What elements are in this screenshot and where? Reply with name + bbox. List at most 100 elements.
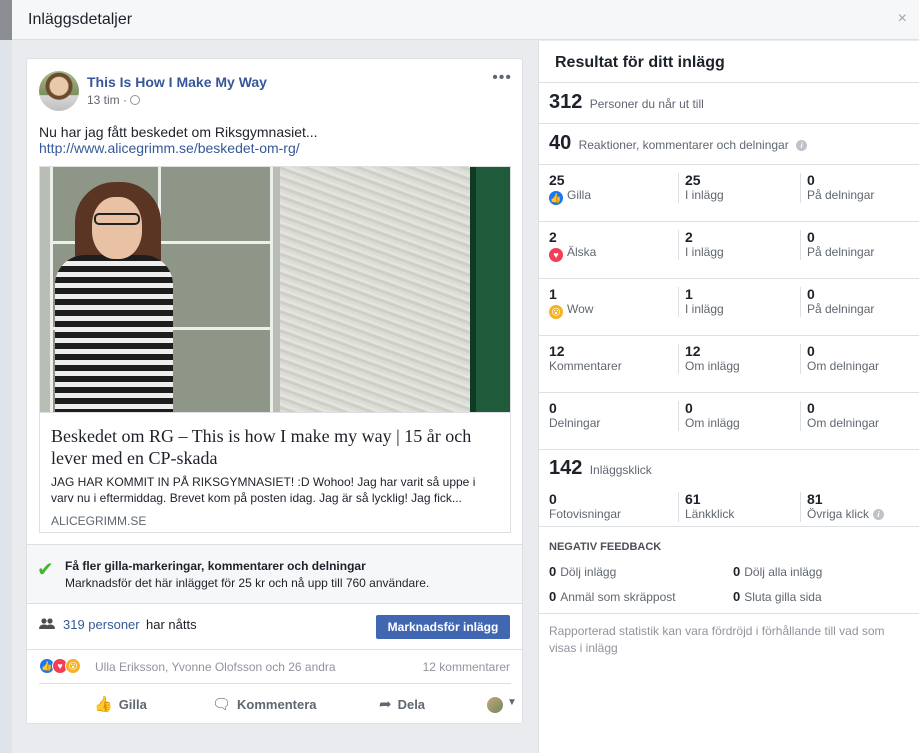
negative-feedback-heading: NEGATIV FEEDBACK (549, 541, 662, 553)
post-text: Nu har jag fått beskedet om Riksgymnasie… (39, 124, 318, 140)
hide-all-posts-stat: 0 Dölj alla inlägg (733, 564, 823, 579)
link-preview[interactable]: Beskedet om RG – This is how I make my w… (39, 166, 511, 533)
info-icon[interactable]: i (873, 509, 885, 520)
info-icon[interactable]: i (796, 140, 808, 151)
stats-footnote: Rapporterad statistik kan vara fördröjd … (549, 624, 885, 655)
people-icon (39, 618, 55, 633)
love-label: Älska (567, 245, 597, 259)
clicks-value: 142 (549, 457, 583, 479)
wow-icon: 😮 (549, 305, 563, 319)
avatar[interactable] (487, 697, 503, 713)
preview-body: Beskedet om RG – This is how I make my w… (40, 412, 510, 532)
reach-count-link[interactable]: 319 personer (63, 617, 140, 632)
link-clicks-label: Länkklick (685, 507, 735, 521)
hide-post-stat: 0 Dölj inlägg (549, 564, 617, 579)
on-post-label: I inlägg (685, 245, 724, 259)
door-background (470, 167, 510, 412)
like-icon: 👍 (94, 696, 113, 713)
clicks-stat: 142 Inläggsklick (549, 457, 652, 480)
on-post-label: I inlägg (685, 302, 724, 316)
love-on-shares: 0 (807, 229, 815, 245)
reactor-names[interactable]: Ulla Eriksson, Yvonne Olofsson och 26 an… (95, 660, 336, 674)
on-shares-label: På delningar (807, 302, 875, 316)
caret-down-icon[interactable]: ▼ (507, 697, 517, 708)
shares-total: 0 (549, 400, 557, 416)
insights-panel: Resultat för ditt inlägg 312 Personer du… (538, 41, 919, 753)
comment-button[interactable]: 🗨 Kommentera (212, 695, 317, 713)
link-clicks-value: 61 (685, 491, 701, 507)
like-label: Gilla (567, 188, 592, 202)
globe-icon (130, 95, 141, 105)
comment-label: Kommentera (237, 697, 317, 712)
dialog-title: Inläggsdetaljer (28, 11, 133, 28)
post-meta: 13 tim · (87, 93, 141, 107)
wow-on-shares: 0 (807, 286, 815, 302)
like-on-post: 25 (685, 172, 701, 188)
avatar[interactable] (39, 71, 79, 111)
reach-row: 319 personer har nåtts Marknadsför inläg… (27, 604, 522, 650)
boost-post-button[interactable]: Marknadsför inlägg (376, 615, 510, 639)
clicks-label: Inläggsklick (589, 463, 652, 477)
comments-count[interactable]: 12 kommentarer (423, 660, 510, 674)
meta-separator: · (123, 93, 128, 107)
on-shares-label: På delningar (807, 245, 875, 259)
reach-value: 312 (549, 91, 583, 113)
post-time[interactable]: 13 tim (87, 93, 120, 107)
shares-on-post: 0 (685, 400, 693, 416)
love-icon: ♥ (549, 248, 563, 262)
clicks-breakdown-row: 0 Fotovisningar 61 Länkklick 81 Övriga k… (539, 482, 919, 527)
on-shares-label: På delningar (807, 188, 875, 202)
unlike-page-stat: 0 Sluta gilla sida (733, 589, 822, 604)
promo-title: Få fler gilla-markeringar, kommentarer o… (65, 559, 366, 573)
wow-on-post: 1 (685, 286, 693, 302)
post-card: This Is How I Make My Way 13 tim · ••• N… (26, 58, 523, 724)
about-shares-label: Om delningar (807, 359, 880, 373)
check-icon: ✔ (37, 559, 54, 581)
share-icon: ➦ (379, 696, 392, 713)
engagement-label: Reaktioner, kommentarer och delningar (578, 138, 789, 152)
comments-on-post: 12 (685, 343, 701, 359)
post-actions: 👍 Gilla 🗨 Kommentera ➦ Dela ▼ (39, 683, 517, 723)
reactions-love-row: 2 ♥ Älska 2 I inlägg 0 På delningar (539, 222, 919, 279)
insights-title: Resultat för ditt inlägg (555, 54, 725, 71)
on-post-label: I inlägg (685, 188, 724, 202)
background-page (0, 40, 12, 753)
wow-label: Wow (567, 302, 594, 316)
about-post-label: Om inlägg (685, 359, 740, 373)
share-button[interactable]: ➦ Dela (379, 695, 425, 713)
shares-label: Delningar (549, 416, 601, 430)
preview-domain: ALICEGRIMM.SE (51, 514, 147, 528)
reactions-like-row: 25 👍 Gilla 25 I inlägg 0 På delningar (539, 165, 919, 222)
like-button[interactable]: 👍 Gilla (94, 695, 147, 713)
reach-stat: 312 Personer du når ut till (549, 91, 704, 114)
dialog-header: Inläggsdetaljer × (12, 0, 919, 40)
reach-label: Personer du når ut till (589, 97, 704, 111)
page-name-link[interactable]: This Is How I Make My Way (87, 74, 267, 90)
about-shares-label: Om delningar (807, 416, 880, 430)
comment-icon: 🗨 (212, 696, 232, 713)
more-icon[interactable]: ••• (492, 69, 512, 87)
preview-image (40, 167, 510, 412)
wow-icon: 😮 (65, 658, 81, 674)
engagement-stat: 40 Reaktioner, kommentarer och delningar… (549, 132, 808, 155)
report-spam-stat: 0 Anmäl som skräppost (549, 589, 676, 604)
comments-row: 12 Kommentarer 12 Om inlägg 0 Om delning… (539, 336, 919, 393)
photo-views-label: Fotovisningar (549, 507, 622, 521)
like-total: 25 (549, 172, 565, 188)
comments-label: Kommentarer (549, 359, 622, 373)
post-link[interactable]: http://www.alicegrimm.se/beskedet-om-rg/ (39, 140, 300, 156)
reach-suffix: har nåtts (146, 617, 197, 632)
like-icon: 👍 (549, 191, 563, 205)
preview-description: JAG HAR KOMMIT IN PÅ RIKSGYMNASIET! :D W… (51, 475, 476, 505)
wow-total: 1 (549, 286, 557, 302)
reactions-row: 👍 ♥ 😮 Ulla Eriksson, Yvonne Olofsson och… (27, 655, 522, 679)
shares-row: 0 Delningar 0 Om inlägg 0 Om delningar (539, 393, 919, 450)
like-label: Gilla (118, 697, 147, 712)
like-on-shares: 0 (807, 172, 815, 188)
promo-banner: ✔ Få fler gilla-markeringar, kommentarer… (27, 544, 522, 604)
other-clicks-label: Övriga klick (807, 507, 870, 521)
promo-description: Marknadsför det här inlägget för 25 kr o… (65, 576, 430, 590)
comments-total: 12 (549, 343, 565, 359)
close-icon[interactable]: × (898, 10, 907, 28)
love-on-post: 2 (685, 229, 693, 245)
